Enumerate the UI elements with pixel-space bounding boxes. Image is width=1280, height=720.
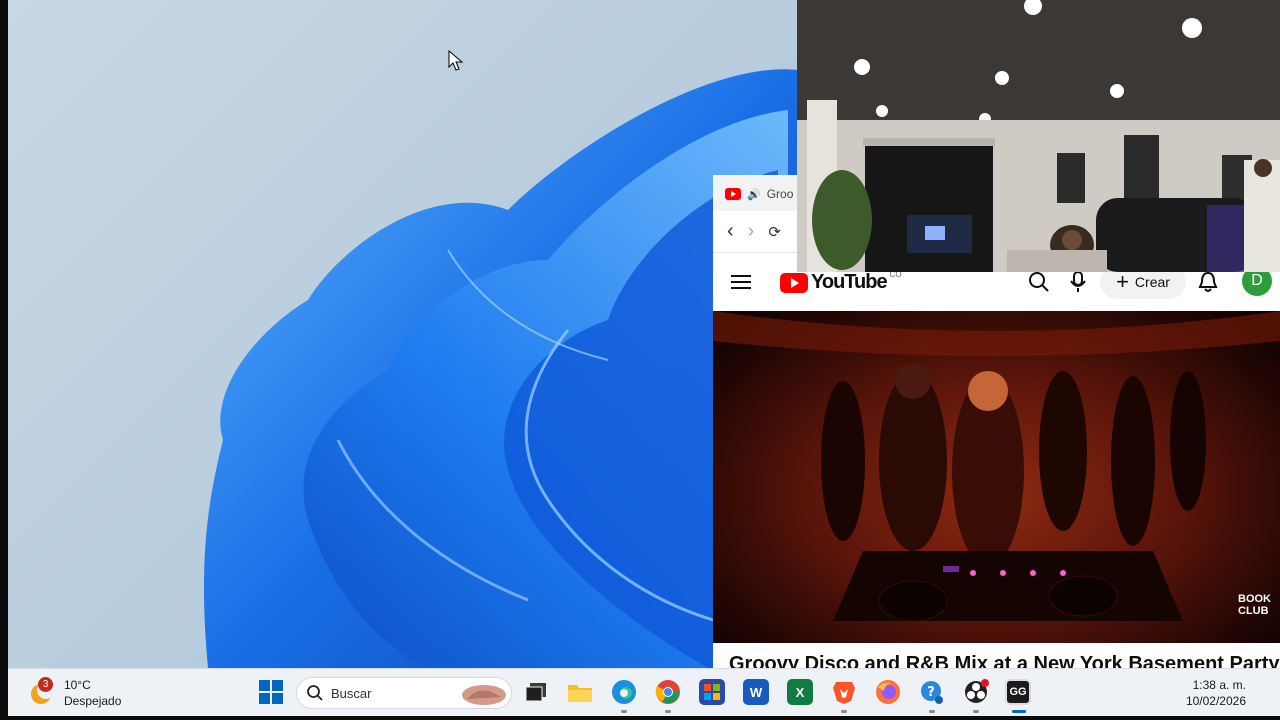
webcam-overlay bbox=[797, 0, 1280, 272]
dj-party-video-frame bbox=[713, 311, 1280, 622]
weather-temperature: 10°C bbox=[64, 678, 91, 692]
brave-icon[interactable] bbox=[831, 679, 857, 705]
weather-condition: Despejado bbox=[64, 694, 122, 708]
youtube-play-icon bbox=[780, 272, 808, 293]
notifications-bell-icon[interactable] bbox=[1198, 271, 1218, 293]
plus-icon: + bbox=[1116, 269, 1129, 294]
windows-taskbar: 3 10°C Despejado Buscar W X ? GG 1:38 a.… bbox=[8, 668, 1280, 716]
video-title[interactable]: Groovy Disco and R&B Mix at a New York B… bbox=[729, 653, 1280, 668]
screen-bottom-border bbox=[0, 716, 1280, 720]
start-icon[interactable] bbox=[258, 679, 284, 705]
youtube-logo[interactable]: YouTube CO bbox=[780, 270, 902, 294]
obs-icon[interactable] bbox=[963, 679, 989, 705]
get-help-icon[interactable]: ? bbox=[919, 679, 945, 705]
youtube-favicon-icon bbox=[725, 188, 741, 200]
file-explorer-icon[interactable] bbox=[567, 679, 593, 705]
excel-icon[interactable]: X bbox=[787, 679, 813, 705]
weather-badge: 3 bbox=[38, 677, 53, 692]
weather-widget[interactable]: 3 10°C Despejado bbox=[28, 677, 121, 709]
create-label: Crear bbox=[1134, 274, 1170, 290]
search-icon bbox=[307, 685, 323, 701]
clock-time: 1:38 a. m. bbox=[1192, 678, 1246, 692]
gg-app-icon[interactable]: GG bbox=[1005, 679, 1031, 705]
webcam-room-frame bbox=[797, 0, 1280, 272]
clock-date: 10/02/2026 bbox=[1185, 694, 1246, 708]
reload-icon[interactable]: ⟳ bbox=[768, 223, 781, 241]
search-highlight-image-icon bbox=[462, 685, 506, 705]
edge-icon[interactable] bbox=[611, 679, 637, 705]
microphone-icon[interactable] bbox=[1069, 271, 1087, 293]
taskbar-clock[interactable]: 1:38 a. m. 10/02/2026 bbox=[1186, 677, 1246, 709]
video-watermark: BOOK CLUB bbox=[1238, 593, 1271, 617]
search-placeholder: Buscar bbox=[331, 685, 372, 701]
youtube-logo-text: YouTube bbox=[811, 271, 888, 293]
taskbar-search[interactable]: Buscar bbox=[296, 677, 512, 709]
video-player[interactable]: BOOK CLUB bbox=[713, 311, 1280, 643]
chrome-icon[interactable] bbox=[655, 679, 681, 705]
task-view-icon[interactable] bbox=[523, 679, 549, 705]
search-icon[interactable] bbox=[1028, 271, 1050, 293]
menu-icon[interactable] bbox=[731, 274, 751, 290]
word-icon[interactable]: W bbox=[743, 679, 769, 705]
back-icon[interactable]: ‹ bbox=[727, 220, 734, 243]
svg-text:?: ? bbox=[927, 685, 935, 700]
avatar-letter: D bbox=[1251, 272, 1263, 289]
mouse-cursor-icon bbox=[448, 50, 464, 71]
microsoft-store-icon[interactable] bbox=[699, 679, 725, 705]
weather-moon-icon: 3 bbox=[28, 677, 56, 707]
tab-title: Groo bbox=[766, 187, 794, 201]
speaker-icon[interactable]: 🔊 bbox=[747, 188, 761, 201]
firefox-icon[interactable] bbox=[875, 679, 901, 705]
forward-icon[interactable]: › bbox=[748, 220, 755, 243]
